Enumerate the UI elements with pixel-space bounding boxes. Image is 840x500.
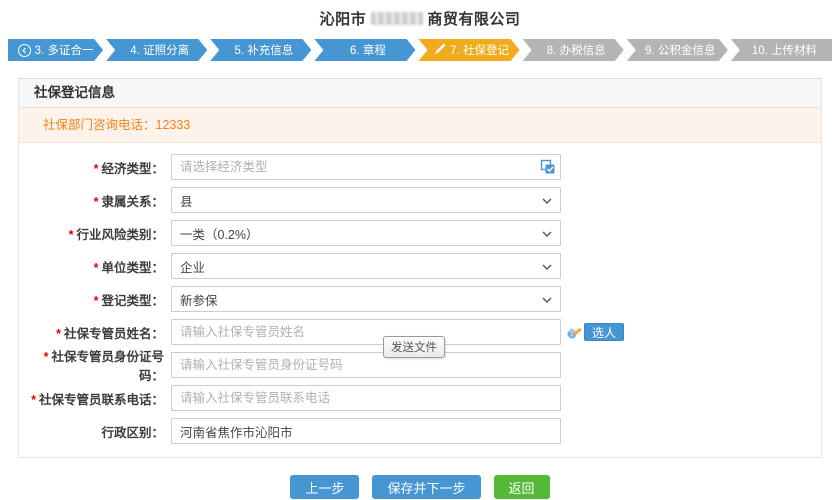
selected-value: 一类（0.2%）: [180, 224, 259, 243]
step-label: 10. 上传材料: [752, 42, 817, 58]
save-and-next-button[interactable]: 保存并下一步: [372, 475, 480, 499]
company-name-suffix: 商贸有限公司: [427, 11, 520, 28]
chevron-down-icon: [542, 193, 552, 207]
registration-type-select[interactable]: 新参保: [171, 286, 561, 312]
social-insurance-registration-page: { "title": { "prefix": "沁阳市", "suffix": …: [0, 0, 840, 500]
step-7-social-insurance[interactable]: 7. 社保登记: [419, 39, 520, 61]
step-5-supplementary-info[interactable]: 5. 补充信息: [210, 39, 311, 61]
field-label: 单位类型：: [101, 261, 164, 275]
chevron-down-icon: [542, 259, 552, 273]
affiliation-select[interactable]: 县: [171, 187, 561, 213]
person-pencil-icon: [566, 325, 582, 340]
company-name-prefix: 沁阳市: [320, 11, 367, 28]
page-title: 沁阳市 商贸有限公司: [0, 0, 840, 29]
form-row-affiliation: *隶属关系： 县: [19, 187, 821, 213]
step-10-upload-materials: 10. 上传材料: [731, 39, 832, 61]
required-marker: *: [94, 294, 99, 308]
admin-name-input[interactable]: [171, 319, 561, 345]
field-label: 社保专管员联系电话：: [39, 393, 164, 407]
step-label: 5. 补充信息: [234, 42, 293, 58]
required-marker: *: [94, 195, 99, 209]
field-label: 社保专管员身份证号码：: [51, 350, 164, 383]
footer-actions: 上一步 保存并下一步 返回: [0, 475, 840, 499]
form-row-unit-type: *单位类型： 企业: [19, 253, 821, 279]
required-marker: *: [31, 393, 36, 407]
economic-type-input[interactable]: [171, 154, 561, 180]
return-button[interactable]: 返回: [494, 475, 550, 499]
required-marker: *: [56, 327, 61, 341]
step-label: 7. 社保登记: [450, 42, 509, 58]
step-3-multi-cert[interactable]: 3. 多证合一: [8, 39, 103, 61]
select-person-label: 选人: [584, 323, 624, 341]
notice-bar: 社保部门咨询电话：12333: [19, 108, 821, 143]
required-marker: *: [94, 162, 99, 176]
section-header: 社保登记信息: [19, 79, 821, 108]
form-row-economic-type: *经济类型：: [19, 154, 821, 180]
admin-region-input[interactable]: [171, 418, 561, 444]
step-label: 9. 公积金信息: [645, 42, 715, 58]
field-label: 经济类型：: [101, 162, 164, 176]
required-marker: *: [69, 228, 74, 242]
field-label: 行业风险类别：: [76, 228, 164, 242]
step-label: 4. 证照分离: [130, 42, 189, 58]
step-9-housing-fund: 9. 公积金信息: [627, 39, 728, 61]
selected-value: 县: [180, 191, 193, 210]
industry-risk-select[interactable]: 一类（0.2%）: [171, 220, 561, 246]
picker-dialog-icon[interactable]: [539, 158, 557, 176]
unit-type-select[interactable]: 企业: [171, 253, 561, 279]
required-marker: *: [44, 350, 49, 364]
step-4-license-separation[interactable]: 4. 证照分离: [106, 39, 207, 61]
step-label: 6. 章程: [350, 42, 386, 58]
field-label: 社保专管员姓名：: [64, 327, 164, 341]
step-8-tax-info: 8. 办税信息: [523, 39, 624, 61]
send-file-tooltip: 发送文件: [383, 336, 445, 358]
admin-phone-input[interactable]: [171, 385, 561, 411]
required-marker: *: [94, 261, 99, 275]
form-row-admin-phone: *社保专管员联系电话：: [19, 385, 821, 411]
field-label: 登记类型：: [101, 294, 164, 308]
form-row-industry-risk: *行业风险类别： 一类（0.2%）: [19, 220, 821, 246]
admin-id-number-input[interactable]: [171, 352, 561, 378]
previous-step-button[interactable]: 上一步: [290, 475, 359, 499]
step-label: 8. 办税信息: [547, 42, 606, 58]
social-insurance-panel: 社保登记信息 社保部门咨询电话：12333 *经济类型：: [18, 78, 822, 458]
notice-text: 社保部门咨询电话：12333: [43, 118, 190, 132]
selected-value: 企业: [180, 257, 205, 276]
pencil-icon: [435, 43, 446, 57]
back-circle-icon: [18, 44, 31, 57]
step-6-articles[interactable]: 6. 章程: [314, 39, 415, 61]
selected-value: 新参保: [180, 290, 218, 309]
form-row-registration-type: *登记类型： 新参保: [19, 286, 821, 312]
chevron-down-icon: [542, 292, 552, 306]
field-label: 隶属关系：: [101, 195, 164, 209]
redacted-company-name: [371, 12, 423, 25]
form-row-admin-region: 行政区别：: [19, 418, 821, 444]
step-label: 3. 多证合一: [35, 42, 94, 58]
select-person-button[interactable]: 选人: [566, 323, 624, 341]
field-label: 行政区别：: [101, 426, 164, 440]
form-area: *经济类型： *隶属关系： 县: [19, 143, 821, 457]
wizard-step-bar: 3. 多证合一 4. 证照分离 5. 补充信息 6. 章程 7. 社保登记 8.…: [8, 39, 832, 61]
chevron-down-icon: [542, 226, 552, 240]
